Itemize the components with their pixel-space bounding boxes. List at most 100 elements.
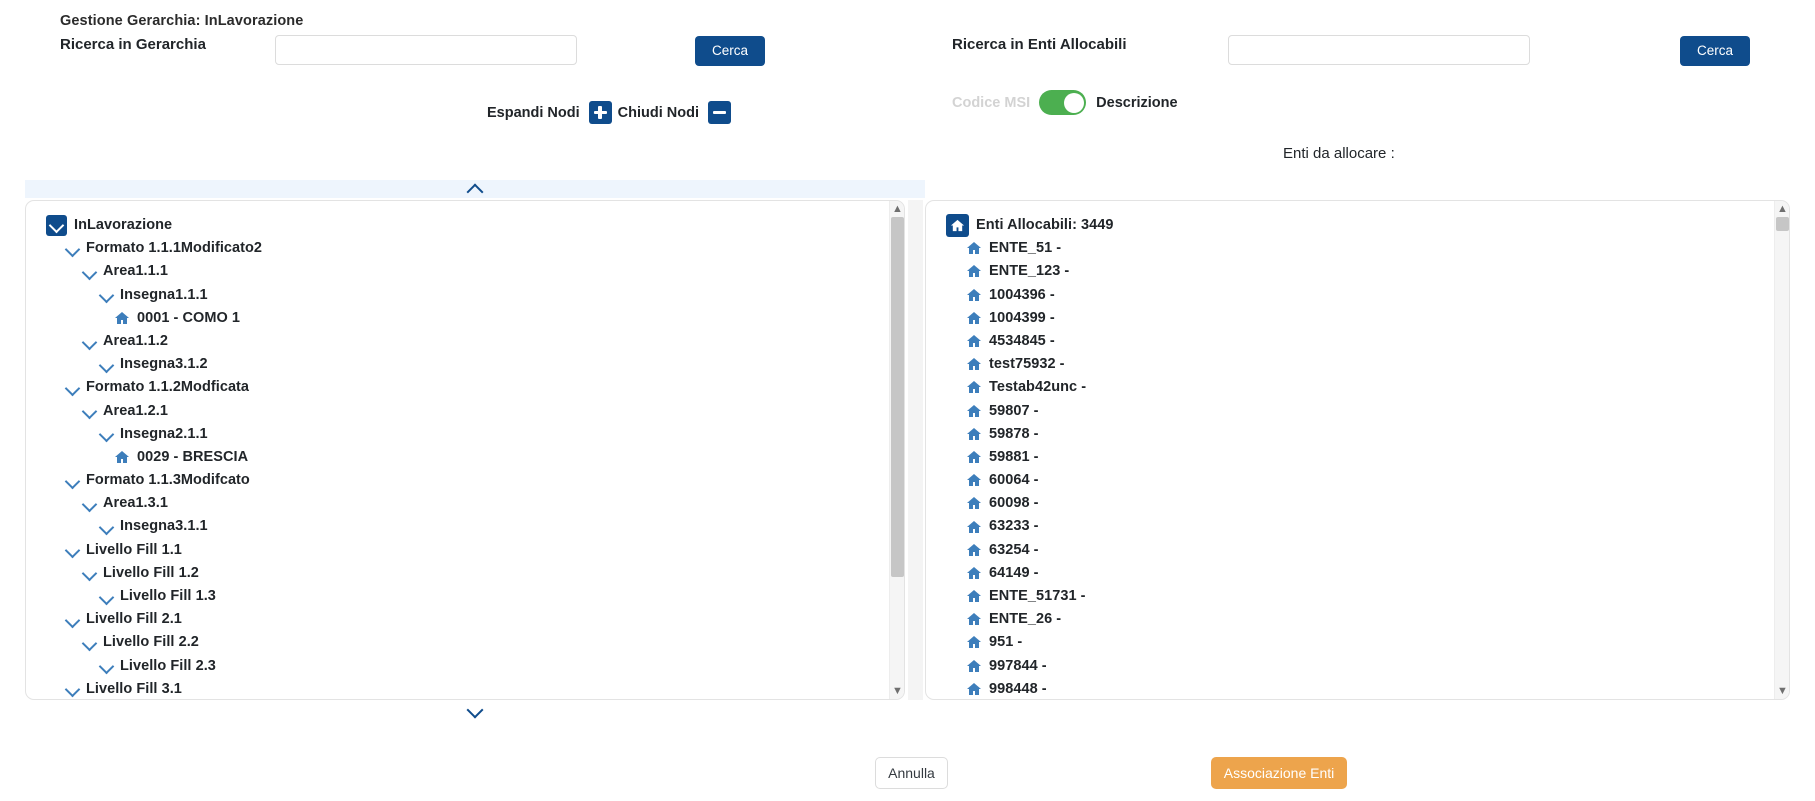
- house-icon: [966, 379, 983, 396]
- expand-nodes-button[interactable]: [588, 101, 612, 124]
- hierarchy-tree[interactable]: InLavorazione Formato 1.1.1Modificato2 Are…: [26, 201, 904, 699]
- chevron-down-icon[interactable]: [97, 425, 115, 443]
- hierarchy-search-input[interactable]: [275, 35, 577, 65]
- tree-node[interactable]: Formato 1.1.1Modificato2: [26, 237, 904, 260]
- cancel-button[interactable]: Annulla: [875, 757, 948, 789]
- chevron-down-icon[interactable]: [63, 379, 81, 397]
- chevron-down-icon[interactable]: [97, 356, 115, 374]
- entity-list-item[interactable]: 998448 -: [926, 678, 1789, 699]
- chevron-down-icon[interactable]: [63, 472, 81, 490]
- entity-list-item[interactable]: 60098 -: [926, 492, 1789, 515]
- entities-tree[interactable]: Enti Allocabili: 3449 ENTE_51 - ENTE_123 -…: [926, 201, 1789, 699]
- house-icon: [114, 449, 131, 466]
- tree-node-label: InLavorazione: [74, 217, 173, 233]
- entities-root-node[interactable]: Enti Allocabili: 3449: [926, 214, 1789, 238]
- tree-node[interactable]: Area1.3.1: [26, 492, 904, 515]
- tree-node-label: Formato 1.1.3Modifcato: [86, 472, 250, 489]
- tree-node[interactable]: Insegna1.1.1: [26, 284, 904, 307]
- house-icon: [966, 565, 983, 582]
- entity-list-item[interactable]: ENTE_51731 -: [926, 585, 1789, 608]
- chevron-down-icon[interactable]: [80, 263, 98, 281]
- tree-node[interactable]: Livello Fill 2.3: [26, 655, 904, 678]
- tree-node[interactable]: Formato 1.1.3Modifcato: [26, 469, 904, 492]
- entity-list-item[interactable]: 63233 -: [926, 515, 1789, 538]
- scroll-thumb[interactable]: [891, 217, 904, 577]
- collapse-nodes-button[interactable]: [708, 101, 731, 124]
- chevron-down-icon[interactable]: [63, 240, 81, 258]
- entity-list-item[interactable]: 59807 -: [926, 400, 1789, 423]
- chevron-down-icon[interactable]: [97, 588, 115, 606]
- entity-list-item[interactable]: 1004396 -: [926, 284, 1789, 307]
- entity-list-item[interactable]: 59881 -: [926, 446, 1789, 469]
- entity-list-item[interactable]: 63254 -: [926, 539, 1789, 562]
- entity-list-item[interactable]: Testab42unc -: [926, 376, 1789, 399]
- chevron-down-icon[interactable]: [80, 333, 98, 351]
- scroll-up-arrow-icon[interactable]: ▲: [1775, 201, 1789, 217]
- tree-node[interactable]: Livello Fill 1.2: [26, 562, 904, 585]
- tree-node[interactable]: InLavorazione: [26, 214, 904, 237]
- entity-list-item[interactable]: 951 -: [926, 631, 1789, 654]
- tree-node-label: Formato 1.1.2Modficata: [86, 379, 250, 396]
- scroll-down-arrow-icon[interactable]: ▼: [890, 683, 904, 699]
- tree-node[interactable]: Livello Fill 1.1: [26, 539, 904, 562]
- chevron-down-icon[interactable]: [80, 402, 98, 420]
- entity-list-item[interactable]: 64149 -: [926, 562, 1789, 585]
- entity-list-item-label: ENTE_51 -: [989, 240, 1062, 257]
- scroll-thumb[interactable]: [1776, 217, 1789, 231]
- chevron-down-icon[interactable]: [63, 541, 81, 559]
- entity-list-item-label: 63254 -: [989, 541, 1039, 558]
- tree-node[interactable]: Formato 1.1.2Modficata: [26, 376, 904, 399]
- hierarchy-search-button[interactable]: Cerca: [695, 36, 765, 66]
- entities-scrollbar[interactable]: ▲ ▼: [1774, 201, 1789, 699]
- chevron-down-icon[interactable]: [63, 611, 81, 629]
- tree-node-label: Area1.1.2: [103, 332, 168, 349]
- tree-node[interactable]: Livello Fill 1.3: [26, 585, 904, 608]
- hierarchy-display-toggle[interactable]: [1039, 90, 1087, 115]
- entities-search-input[interactable]: [1228, 35, 1530, 65]
- tree-node[interactable]: Insegna2.1.1: [26, 423, 904, 446]
- scroll-down-arrow-icon[interactable]: ▼: [1775, 683, 1789, 699]
- chevron-down-icon[interactable]: [97, 518, 115, 536]
- house-icon: [114, 310, 131, 327]
- chevron-down-icon[interactable]: [80, 634, 98, 652]
- entity-list-item[interactable]: 4534845 -: [926, 330, 1789, 353]
- entity-list-item[interactable]: test75932 -: [926, 353, 1789, 376]
- tree-node[interactable]: Livello Fill 2.2: [26, 631, 904, 654]
- tree-node[interactable]: Area1.1.2: [26, 330, 904, 353]
- entity-list-item[interactable]: ENTE_26 -: [926, 608, 1789, 631]
- house-icon: [966, 333, 983, 350]
- tree-node-label: Area1.1.1: [103, 263, 168, 280]
- entity-list-item-label: 1004399 -: [989, 309, 1055, 326]
- chevron-down-icon[interactable]: [46, 215, 67, 237]
- chevron-down-icon[interactable]: [97, 286, 115, 304]
- tree-node[interactable]: Insegna3.1.2: [26, 353, 904, 376]
- entity-list-item[interactable]: 59878 -: [926, 423, 1789, 446]
- minus-icon: [713, 111, 726, 115]
- hierarchy-collapse-down-strip[interactable]: [25, 700, 925, 720]
- entity-list-item-label: 60064 -: [989, 472, 1039, 489]
- hierarchy-scrollbar[interactable]: ▲ ▼: [889, 201, 904, 699]
- chevron-down-icon[interactable]: [80, 495, 98, 513]
- entity-list-item[interactable]: 1004399 -: [926, 307, 1789, 330]
- entity-list-item[interactable]: 997844 -: [926, 655, 1789, 678]
- tree-node[interactable]: 0001 - COMO 1: [26, 307, 904, 330]
- tree-node[interactable]: Area1.2.1: [26, 400, 904, 423]
- chevron-down-icon[interactable]: [97, 657, 115, 675]
- tree-node[interactable]: Livello Fill 3.1: [26, 678, 904, 699]
- tree-node-label: Insegna3.1.1: [120, 518, 208, 535]
- associate-entities-button[interactable]: Associazione Enti: [1211, 757, 1347, 789]
- entity-list-item[interactable]: 60064 -: [926, 469, 1789, 492]
- tree-node[interactable]: Insegna3.1.1: [26, 515, 904, 538]
- scroll-up-arrow-icon[interactable]: ▲: [890, 201, 904, 217]
- hierarchy-collapse-up-strip[interactable]: [25, 180, 925, 198]
- tree-node[interactable]: Area1.1.1: [26, 260, 904, 283]
- chevron-down-icon[interactable]: [63, 680, 81, 698]
- tree-node-label: 0029 - BRESCIA: [137, 448, 249, 465]
- tree-node[interactable]: 0029 - BRESCIA: [26, 446, 904, 469]
- chevron-down-icon[interactable]: [80, 564, 98, 582]
- entity-list-item[interactable]: ENTE_123 -: [926, 260, 1789, 283]
- tree-node[interactable]: Livello Fill 2.1: [26, 608, 904, 631]
- entity-list-item[interactable]: ENTE_51 -: [926, 237, 1789, 260]
- entities-search-button[interactable]: Cerca: [1680, 36, 1750, 66]
- entity-list-item-label: 997844 -: [989, 657, 1047, 674]
